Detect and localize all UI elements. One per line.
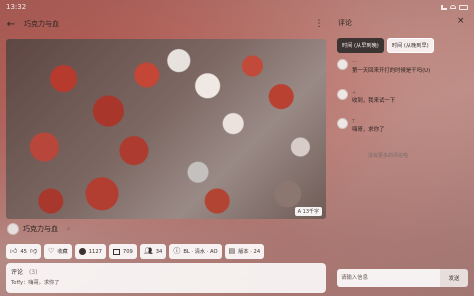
close-icon[interactable]: × xyxy=(457,16,465,26)
comment-body: T 嗨哥，求你了 xyxy=(352,118,384,135)
views-chip[interactable]: 1127 xyxy=(74,244,106,259)
comment-preview-text: Toffy：嗨哥，求你了 xyxy=(11,280,60,286)
comment-preview-header: 评论 (3) xyxy=(11,267,321,276)
send-button[interactable]: 发送 xyxy=(440,269,468,287)
signal-icon xyxy=(441,4,447,10)
tags-chip[interactable]: ⓘ BL · 清水 · AO xyxy=(169,244,222,259)
status-icons xyxy=(441,4,468,10)
clock-icon xyxy=(78,248,86,255)
status-time: 13:32 xyxy=(6,3,27,11)
comment-item[interactable]: 一 第一天回来开打的时候是干吗(U) xyxy=(337,59,467,76)
version-label: 版本 · 24 xyxy=(238,249,261,255)
info-icon: ⓘ xyxy=(173,247,181,255)
favorite-button[interactable]: ♡ 收藏 xyxy=(44,244,72,259)
author-row[interactable]: 巧克力与血 ✧ xyxy=(7,223,71,235)
action-bar: 👍︎ 45 👎︎ ♡ 收藏 1127 709 👥︎ 34 ⓘ BL · 清水 ·… xyxy=(6,244,326,259)
comment-meta: + xyxy=(352,89,357,96)
favorite-label: 收藏 xyxy=(57,249,68,255)
battery-icon xyxy=(459,4,468,10)
post-top-bar: ← 巧克力与血 ⋮ xyxy=(4,16,326,32)
commenter-avatar[interactable] xyxy=(337,59,348,70)
tags-label: BL · 清水 · AO xyxy=(183,249,218,255)
thumbs-up-icon: 👍︎ xyxy=(10,247,18,255)
comment-item[interactable]: T 嗨哥，求你了 xyxy=(337,118,467,135)
sort-tab-newest-first[interactable]: 时间 (从晚到早) xyxy=(386,38,434,53)
comment-text: 收到，我来试一下 xyxy=(352,97,396,104)
people-icon: 👥︎ xyxy=(143,247,153,255)
post-title: 巧克力与血 xyxy=(24,20,59,28)
reads-chip[interactable]: 709 xyxy=(108,244,137,259)
book-icon xyxy=(112,248,120,255)
comment-item[interactable]: + 收到，我来试一下 xyxy=(337,88,467,106)
followers-chip[interactable]: 👥︎ 34 xyxy=(139,244,167,259)
comment-body: 一 第一天回来开打的时候是干吗(U) xyxy=(352,59,430,76)
comment-count: (3) xyxy=(28,269,38,276)
commenter-avatar[interactable] xyxy=(337,118,348,130)
comment-meta: 一 xyxy=(352,60,358,66)
comment-meta: T xyxy=(352,119,356,126)
no-more-comments: 没有更多的评论啦 xyxy=(368,153,409,159)
wifi-icon xyxy=(450,5,456,9)
status-bar: 13:32 xyxy=(0,0,474,14)
views-count: 1127 xyxy=(88,248,102,255)
version-chip[interactable]: ▤ 版本 · 24 xyxy=(224,244,265,259)
thumbs-down-icon[interactable]: 👎︎ xyxy=(30,248,37,255)
followers-count: 34 xyxy=(155,248,163,255)
comments-panel-title: 评论 xyxy=(338,19,352,27)
post-image[interactable]: A 13千字 xyxy=(6,39,326,219)
back-arrow-icon[interactable]: ← xyxy=(4,17,18,31)
sort-tabs: 时间 (从早到晚) 时间 (从晚到早) xyxy=(337,38,434,53)
comment-preview[interactable]: 评论 (3) Toffy：嗨哥，求你了 xyxy=(6,263,326,293)
comment-body: + 收到，我来试一下 xyxy=(352,89,395,106)
more-options-icon[interactable]: ⋮ xyxy=(312,17,326,31)
like-count: 45 xyxy=(20,248,27,255)
heart-icon: ♡ xyxy=(48,247,55,255)
comment-input[interactable] xyxy=(337,269,440,287)
author-badge: ✧ xyxy=(66,225,72,233)
comment-preview-title: 评论 xyxy=(11,269,24,276)
author-avatar[interactable] xyxy=(7,223,19,235)
like-button[interactable]: 👍︎ 45 👎︎ xyxy=(6,244,42,259)
reads-count: 709 xyxy=(122,248,133,255)
comment-list: 一 第一天回来开打的时候是干吗(U) + 收到，我来试一下 T 嗨哥，求你了 xyxy=(337,59,467,148)
comment-input-bar: 发送 xyxy=(337,269,468,287)
version-icon: ▤ xyxy=(228,247,236,255)
word-count-badge: A 13千字 xyxy=(294,207,322,216)
author-name[interactable]: 巧克力与血 xyxy=(23,224,58,234)
sort-tab-oldest-first[interactable]: 时间 (从早到晚) xyxy=(337,38,384,53)
comment-text: 嗨哥，求你了 xyxy=(352,127,385,134)
commenter-avatar[interactable] xyxy=(337,88,348,100)
comment-text: 第一天回来开打的时候是干吗(U) xyxy=(352,68,431,74)
